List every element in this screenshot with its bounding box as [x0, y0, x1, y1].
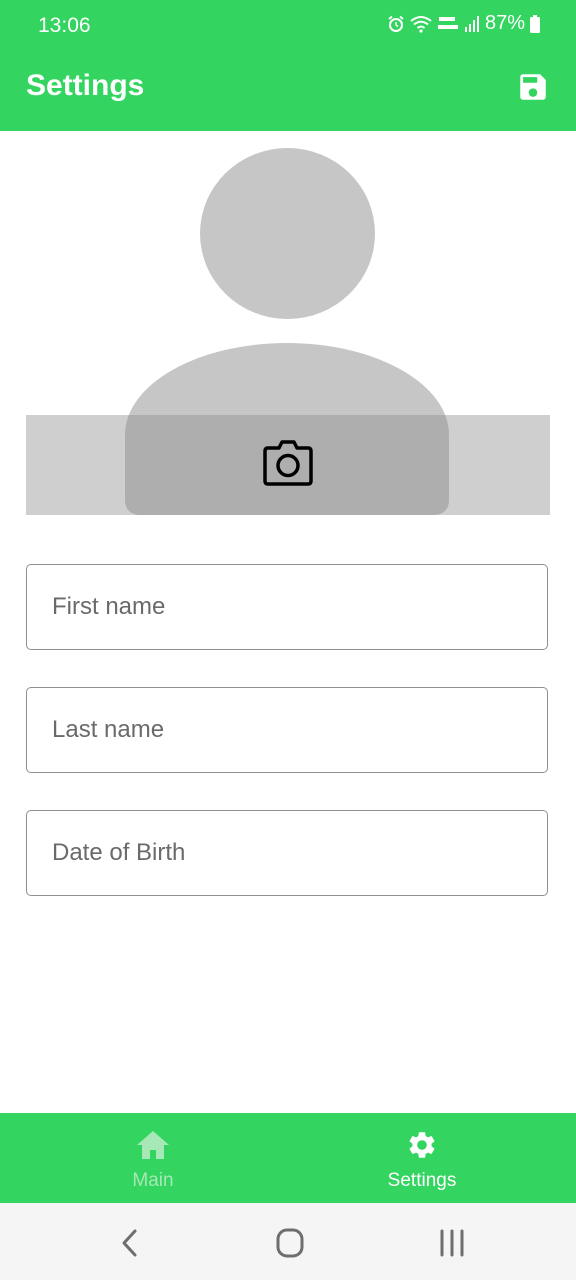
date-of-birth-input[interactable]: [27, 811, 547, 895]
gear-icon: [409, 1132, 435, 1158]
alarm-icon: [388, 15, 404, 32]
last-name-field[interactable]: [26, 687, 548, 773]
page-title: Settings: [26, 69, 145, 102]
app-bar: Settings: [0, 52, 576, 131]
home-icon: [137, 1131, 169, 1159]
save-button[interactable]: [516, 70, 550, 104]
back-button[interactable]: [110, 1227, 150, 1259]
recents-icon: [440, 1229, 464, 1257]
last-name-input[interactable]: [27, 688, 547, 772]
status-bar: 13:06 87%: [0, 0, 576, 52]
battery-icon: [530, 14, 540, 33]
battery-percent: 87%: [484, 12, 525, 34]
nav-label-main: Main: [132, 1170, 174, 1191]
recents-button[interactable]: [432, 1227, 472, 1259]
profile-photo: [0, 131, 576, 531]
date-of-birth-field[interactable]: [26, 810, 548, 896]
first-name-input[interactable]: [27, 565, 547, 649]
nav-label-settings: Settings: [387, 1170, 457, 1191]
nav-item-settings[interactable]: Settings: [278, 1113, 566, 1203]
wifi-icon: [410, 15, 432, 33]
status-icons: 87%: [387, 12, 540, 35]
volte-lte2-icon: [437, 16, 458, 29]
home-button[interactable]: [270, 1227, 310, 1259]
status-time: 13:06: [38, 14, 91, 37]
bottom-nav: Main Settings: [0, 1113, 576, 1203]
back-icon: [122, 1229, 137, 1257]
change-photo-button[interactable]: [26, 415, 550, 515]
first-name-field[interactable]: [26, 564, 548, 650]
camera-icon: [263, 440, 313, 486]
nav-item-main[interactable]: Main: [9, 1113, 297, 1203]
person-icon-head: [200, 148, 375, 319]
signal-icon: [464, 15, 479, 32]
save-icon: [520, 74, 546, 100]
home-circle-icon: [276, 1228, 304, 1258]
system-nav-bar: [0, 1203, 576, 1280]
